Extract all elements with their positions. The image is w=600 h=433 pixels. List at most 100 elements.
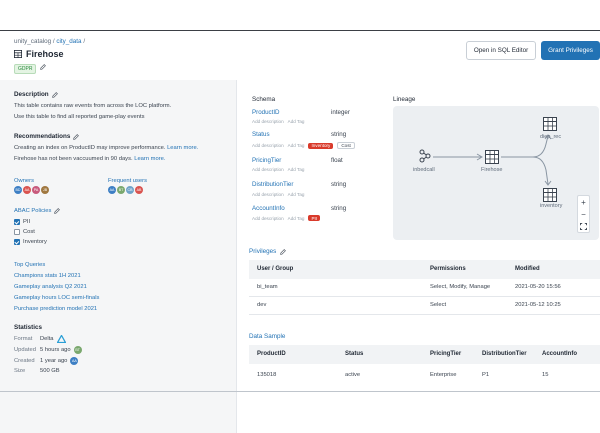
notebook-source-icon[interactable] [419,149,431,163]
privileges-col-header[interactable]: Permissions [430,266,466,272]
zoom-out-button[interactable]: − [578,208,589,220]
abac-item-cost[interactable]: Cost [14,229,35,235]
description-heading-label: Description [14,91,49,98]
avatar[interactable]: PA [32,186,40,194]
add-description-link[interactable]: Add description [252,192,284,197]
stat-key: Created [14,358,35,364]
top-query-link[interactable]: Champions stats 1H 2021 [14,273,81,279]
schema-field-name[interactable]: AccountInfo [252,205,285,212]
avatar[interactable]: BD [14,186,22,194]
abac-policies-heading: ABAC Policies [14,208,61,214]
avatar[interactable]: BT [117,186,125,194]
privileges-cell: 2021-05-20 15:56 [515,284,561,290]
lineage-node-bottom-label: inventory [540,203,563,209]
data-sample-col-header[interactable]: PricingTier [430,351,461,357]
edit-tags-pencil-icon[interactable] [40,64,46,70]
schema-field-name[interactable]: ProductID [252,109,280,116]
avatar[interactable]: AA [23,186,31,194]
recommendation-2-text: Firehose has not been vaccuumed in 90 da… [14,156,133,162]
edit-recommendations-pencil-icon[interactable] [73,133,80,140]
privileges-header-row [249,260,600,279]
privileges-col-header[interactable]: User / Group [257,266,293,272]
data-sample-col-header[interactable]: ProductID [257,351,286,357]
breadcrumb-catalog[interactable]: unity_catalog [14,38,51,45]
recommendations-heading: Recommendations [14,133,80,140]
field-tag[interactable]: Inventory [308,142,334,149]
stat-value-text: Delta [40,336,54,342]
data-sample-col-header[interactable]: AccountInfo [542,351,577,357]
data-sample-heading: Data Sample [249,333,286,340]
data-sample-col-header[interactable]: DistributionTier [482,351,527,357]
avatar[interactable]: CB [126,186,134,194]
avatar[interactable]: AA [108,186,116,194]
schema-field-meta: Add description Add Tag [252,119,304,124]
field-tag[interactable]: Cost [337,142,355,149]
schema-field-type: string [331,205,347,212]
top-query-link[interactable]: Gameplay hours LOC semi-finals [14,295,99,301]
top-query-link[interactable]: Gameplay analysis Q2 2021 [14,284,87,290]
table-node-icon[interactable] [485,150,499,164]
abac-item-inventory[interactable]: Inventory [14,239,47,245]
add-tag-link[interactable]: Add Tag [288,143,305,148]
edit-privileges-pencil-icon[interactable] [280,248,287,255]
lineage-heading: Lineage [393,96,416,103]
schema-field-name[interactable]: DistributionTier [252,181,293,188]
add-description-link[interactable]: Add description [252,216,284,221]
add-description-link[interactable]: Add description [252,167,284,172]
description-heading: Description [14,91,58,98]
abac-item-pii[interactable]: PII [14,219,30,225]
frequent-users-avatars: AA BT CB AB [108,186,143,194]
lineage-graph[interactable]: inbedcall Firehose diep_rec inventory [393,106,599,240]
table-node-icon[interactable] [543,188,557,202]
recommendation-2: Firehose has not been vaccuumed in 90 da… [14,156,165,162]
schema-field-meta: Add description Add Tag PII [252,215,321,221]
data-sample-cell: Enterprise [430,372,457,378]
data-sample-cell: 135018 [257,372,277,378]
zoom-in-button[interactable]: + [578,196,589,208]
privileges-col-header[interactable]: Modified [515,266,540,272]
add-description-link[interactable]: Add description [252,119,284,124]
app-window: unity_catalog / city_data / Firehose GDP… [0,0,600,433]
stat-key: Size [14,368,26,374]
privileges-cell: 2021-05-12 10:25 [515,302,561,308]
checkbox[interactable] [14,219,20,225]
breadcrumb-schema[interactable]: city_data [56,38,81,45]
checkbox[interactable] [14,229,20,235]
add-description-link[interactable]: Add description [252,143,284,148]
lineage-node-top-label: diep_rec [540,134,562,140]
add-tag-link[interactable]: Add Tag [288,167,305,172]
statistics-heading: Statistics [14,324,42,331]
add-tag-link[interactable]: Add Tag [288,216,305,221]
add-tag-link[interactable]: Add Tag [288,192,305,197]
breadcrumb-sep-2: / [83,38,86,45]
stat-value-text: 1 year ago [40,358,68,364]
stat-format: Format Delta [14,335,66,343]
owners-avatars: BD AA PA JB [14,186,49,194]
page-title: Firehose [26,49,64,59]
gdpr-tag[interactable]: GDPR [14,64,37,74]
fit-view-button[interactable] [578,220,589,232]
recommendation-2-learn-more-link[interactable]: Learn more. [134,156,165,162]
table-node-icon[interactable] [543,117,557,131]
stat-key: Format [14,336,33,342]
open-in-sql-editor-button[interactable]: Open in SQL Editor [466,41,536,60]
avatar[interactable]: AB [135,186,143,194]
add-tag-link[interactable]: Add Tag [288,119,305,124]
edit-abac-pencil-icon[interactable] [54,208,61,214]
top-query-link[interactable]: Purchase prediction model 2021 [14,306,97,312]
schema-field-type: float [331,157,343,164]
stat-updated: Updated 5 hours ago BT [14,346,82,354]
avatar[interactable]: AA [70,357,79,365]
stat-value-text: 500 GB [40,368,60,374]
recommendation-1-learn-more-link[interactable]: Learn more. [167,145,198,151]
edit-description-pencil-icon[interactable] [51,91,58,98]
grant-privileges-button[interactable]: Grant Privileges [541,41,600,60]
schema-field-name[interactable]: Status [252,131,270,138]
schema-field-name[interactable]: PricingTier [252,157,281,164]
lineage-zoom-controls: + − [577,195,590,233]
avatar[interactable]: BT [73,346,82,354]
data-sample-col-header[interactable]: Status [345,351,363,357]
avatar[interactable]: JB [41,186,49,194]
checkbox[interactable] [14,239,20,245]
field-tag[interactable]: PII [308,215,321,221]
